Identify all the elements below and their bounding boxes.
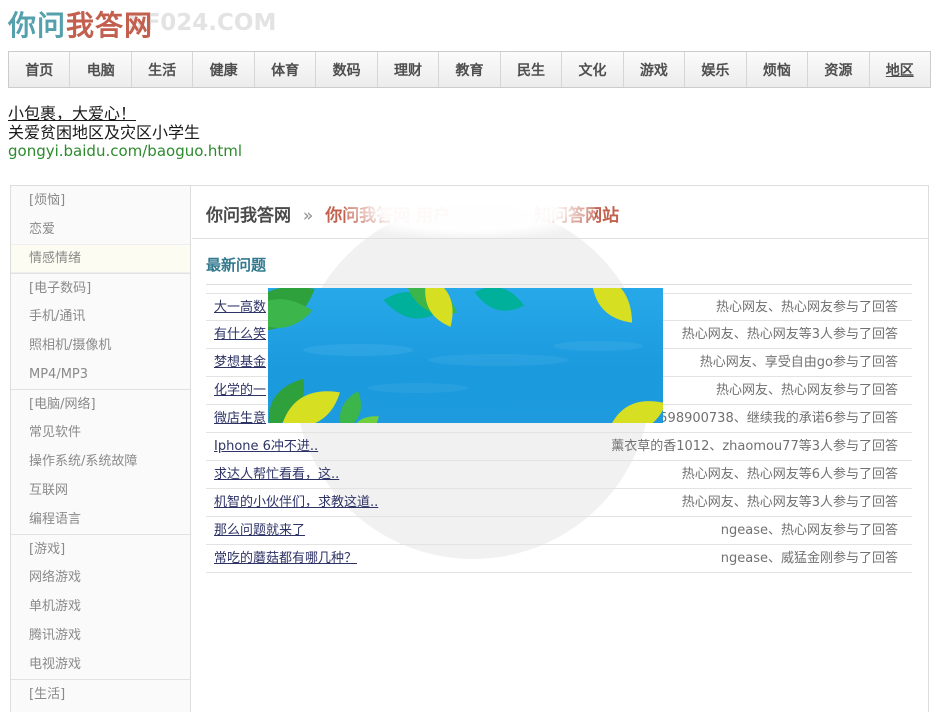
nav-item-9[interactable]: 民生 <box>501 52 562 87</box>
latest-questions-heading: 最新问题 <box>206 254 912 285</box>
question-row-6: Iphone 6冲不进.. 薰衣草的香1012、zhaomou77等3人参与了回答 <box>206 433 912 461</box>
site-logo-part1: 你问 <box>8 9 66 42</box>
sidebar-item-7[interactable]: MP4/MP3 <box>11 360 190 389</box>
question-link[interactable]: 有什么笑 <box>206 321 266 348</box>
answerers-info: ngease、热心网友参与了回答 <box>721 517 912 544</box>
content-container: [烦恼]恋爱情感情绪[电子数码]手机/通讯照相机/摄像机MP4/MP3[电脑/网… <box>10 185 929 712</box>
main-nav: 首页电脑生活健康体育数码理财教育民生文化游戏娱乐烦恼资源地区 <box>8 51 931 88</box>
answerers-info: 薰衣草的香1012、zhaomou77等3人参与了回答 <box>611 433 912 460</box>
sidebar-item-4[interactable]: [电子数码] <box>11 273 190 302</box>
sidebar-item-1[interactable]: [烦恼] <box>11 186 190 215</box>
answerers-info: ngease、威猛金刚参与了回答 <box>721 545 912 572</box>
ad-title-link[interactable]: 小包裹，大爱心！ <box>8 104 242 123</box>
nav-item-5[interactable]: 体育 <box>255 52 316 87</box>
nav-item-7[interactable]: 理财 <box>378 52 439 87</box>
ad-description: 关爱贫困地区及灾区小学生 <box>8 123 242 142</box>
sidebar-item-3[interactable]: 情感情绪 <box>11 244 190 273</box>
nav-item-4[interactable]: 健康 <box>193 52 254 87</box>
sidebar-item-8[interactable]: [电脑/网络] <box>11 389 190 418</box>
sidebar-item-14[interactable]: 网络游戏 <box>11 563 190 592</box>
nav-item-10[interactable]: 文化 <box>562 52 623 87</box>
question-row-7: 求达人帮忙看看，这.. 热心网友、热心网友等6人参与了回答 <box>206 461 912 489</box>
ad-url-link[interactable]: gongyi.baidu.com/baoguo.html <box>8 142 242 161</box>
nav-item-6[interactable]: 数码 <box>316 52 377 87</box>
ad-block: 小包裹，大爱心！ 关爱贫困地区及灾区小学生 gongyi.baidu.com/b… <box>8 104 242 161</box>
main-content: 你问我答网 » 你问我答网 用户知问答网站 最新问题 大一高数热心网友、热心网友… <box>192 186 928 712</box>
sidebar-item-12[interactable]: 编程语言 <box>11 505 190 534</box>
sidebar-item-2[interactable]: 恋爱 <box>11 215 190 244</box>
breadcrumb-separator: » <box>297 206 319 226</box>
sidebar-item-9[interactable]: 常见软件 <box>11 418 190 447</box>
answerers-info: 热心网友、热心网友参与了回答 <box>716 294 912 320</box>
leaf-icon <box>609 388 663 423</box>
question-link[interactable]: 梦想基金 <box>206 349 266 376</box>
answerers-info: 热心网友、热心网友参与了回答 <box>716 377 912 404</box>
question-link[interactable]: 求达人帮忙看看，这.. <box>206 461 339 488</box>
sidebar-item-17[interactable]: 电视游戏 <box>11 650 190 679</box>
nav-item-11[interactable]: 游戏 <box>624 52 685 87</box>
sidebar-item-16[interactable]: 腾讯游戏 <box>11 621 190 650</box>
question-link[interactable]: 那么问题就来了 <box>206 517 305 544</box>
answerers-info: 热心网友、享受自由go参与了回答 <box>700 349 912 376</box>
sidebar-item-13[interactable]: [游戏] <box>11 534 190 563</box>
nav-item-14[interactable]: 资源 <box>808 52 869 87</box>
question-link[interactable]: Iphone 6冲不进.. <box>206 433 318 460</box>
question-row-8: 机智的小伙伴们，求教这道.. 热心网友、热心网友等3人参与了回答 <box>206 489 912 517</box>
site-logo-part2: 我答网 <box>66 9 153 42</box>
sidebar-item-5[interactable]: 手机/通讯 <box>11 302 190 331</box>
sidebar-item-15[interactable]: 单机游戏 <box>11 592 190 621</box>
question-row-10: 常吃的蘑菇都有哪几种？ ngease、威猛金刚参与了回答 <box>206 545 912 573</box>
nav-item-13[interactable]: 烦恼 <box>747 52 808 87</box>
nav-item-1[interactable]: 首页 <box>9 52 70 87</box>
banner-leaves-graphic <box>268 288 663 423</box>
white-fade-overlay <box>345 186 595 238</box>
question-link[interactable]: 化学的一 <box>206 377 266 404</box>
breadcrumb-site-link[interactable]: 你问我答网 <box>206 206 291 226</box>
answerers-info: 热心网友、热心网友等3人参与了回答 <box>682 489 912 516</box>
question-link[interactable]: 大一高数 <box>206 294 266 320</box>
question-link[interactable]: 常吃的蘑菇都有哪几种？ <box>206 545 357 572</box>
nav-item-15[interactable]: 地区 <box>870 52 930 87</box>
question-link[interactable]: 机智的小伙伴们，求教这道.. <box>206 489 378 516</box>
nav-item-8[interactable]: 教育 <box>439 52 500 87</box>
nav-item-2[interactable]: 电脑 <box>70 52 131 87</box>
answerers-info: a598900738、继续我的承诺6参与了回答 <box>651 405 912 432</box>
leaf-icon <box>474 288 524 324</box>
category-sidebar: [烦恼]恋爱情感情绪[电子数码]手机/通讯照相机/摄像机MP4/MP3[电脑/网… <box>11 186 191 712</box>
answerers-info: 热心网友、热心网友等3人参与了回答 <box>682 321 912 348</box>
ad-banner-image[interactable] <box>268 288 663 423</box>
nav-item-3[interactable]: 生活 <box>132 52 193 87</box>
answerers-info: 热心网友、热心网友等6人参与了回答 <box>682 461 912 488</box>
sidebar-item-6[interactable]: 照相机/摄像机 <box>11 331 190 360</box>
nav-item-12[interactable]: 娱乐 <box>685 52 746 87</box>
sidebar-item-18[interactable]: [生活] <box>11 679 190 708</box>
sidebar-item-10[interactable]: 操作系统/系统故障 <box>11 447 190 476</box>
sidebar-item-11[interactable]: 互联网 <box>11 476 190 505</box>
leaf-icon <box>587 288 636 323</box>
question-link[interactable]: 微店生意 <box>206 405 266 432</box>
question-row-9: 那么问题就来了 ngease、热心网友参与了回答 <box>206 517 912 545</box>
site-logo[interactable]: 你问我答网 <box>8 4 153 44</box>
